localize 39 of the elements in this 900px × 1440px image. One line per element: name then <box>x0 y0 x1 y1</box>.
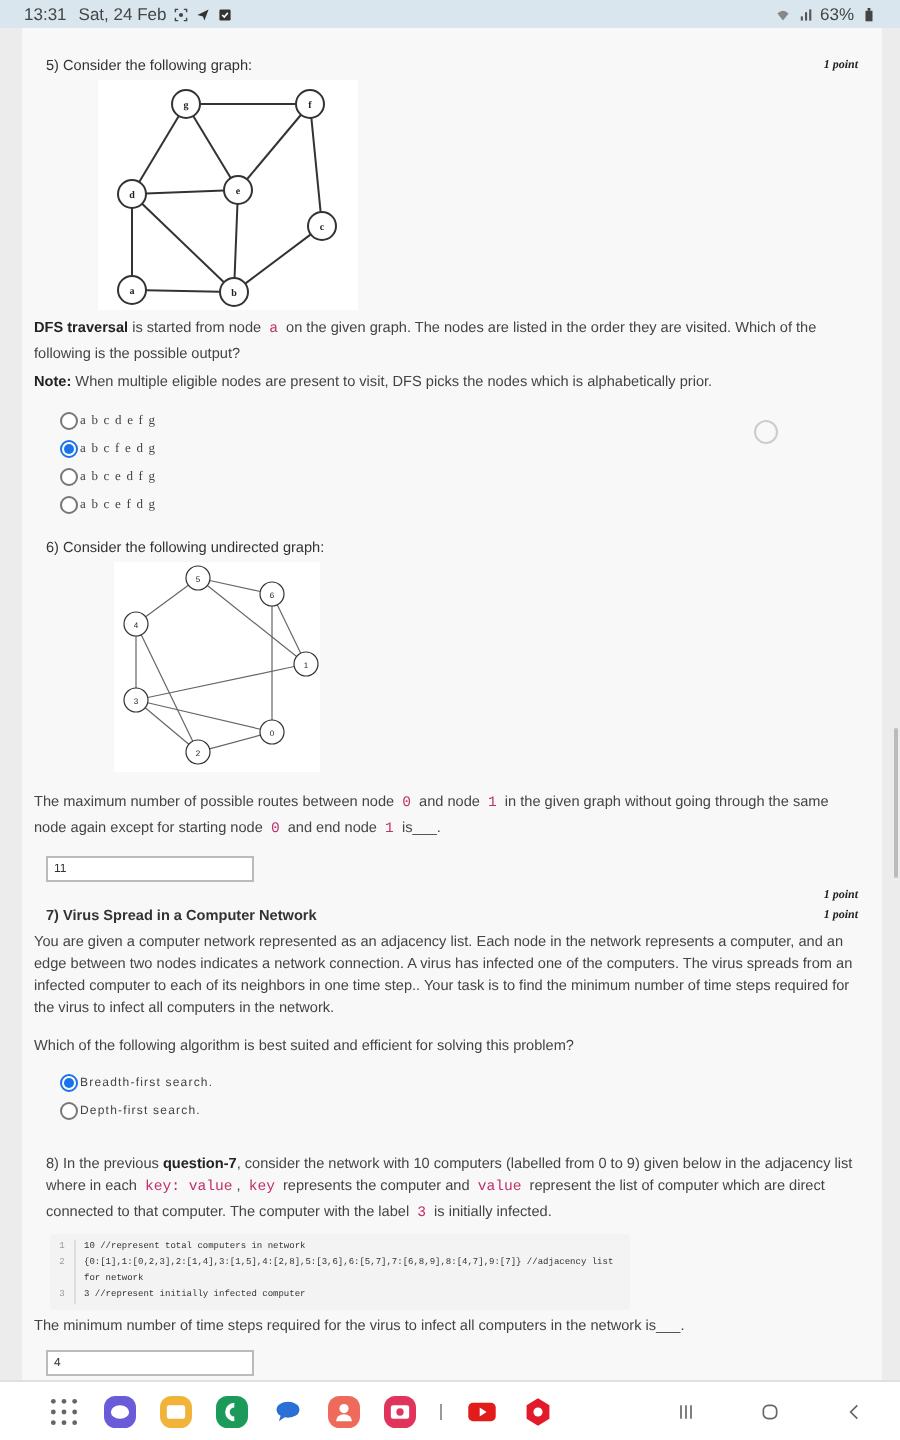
date-text: Sat, 24 Feb <box>78 4 167 24</box>
graph-edge <box>246 113 302 181</box>
graph-edge <box>141 202 225 284</box>
graph-edge <box>310 116 322 214</box>
phone-icon[interactable] <box>216 1395 248 1427</box>
graph-edge <box>131 207 133 277</box>
graph-edge <box>145 584 189 618</box>
scroll-bar[interactable] <box>894 728 898 878</box>
circle-icon <box>754 420 778 444</box>
wifi-icon <box>775 7 790 21</box>
signal-icon <box>797 7 812 21</box>
radio-button[interactable] <box>60 440 78 458</box>
checkbox-icon <box>218 7 233 21</box>
radio-button[interactable] <box>60 1102 78 1120</box>
radio-button[interactable] <box>60 1074 78 1092</box>
person-icon[interactable] <box>328 1395 360 1427</box>
graph-edge <box>209 734 262 750</box>
home-icon[interactable] <box>760 1401 780 1421</box>
hexagon-icon[interactable] <box>522 1395 554 1427</box>
graph-edge <box>233 203 239 279</box>
graph-edge <box>192 115 232 179</box>
graph-edge <box>145 189 225 195</box>
radio-button[interactable] <box>60 496 78 514</box>
send-icon <box>196 7 211 21</box>
radio-button[interactable] <box>60 468 78 486</box>
graph-edge <box>244 233 312 285</box>
graph-edge <box>138 115 180 183</box>
radio-button[interactable] <box>60 412 78 430</box>
screenshot-icon <box>174 7 189 21</box>
camera-icon[interactable] <box>384 1395 416 1427</box>
recent-apps-icon[interactable] <box>676 1401 696 1421</box>
graph-edge <box>145 289 221 293</box>
apps-grid-icon[interactable] <box>48 1395 80 1427</box>
back-icon[interactable] <box>844 1401 864 1421</box>
clock-time: 13:31 <box>24 4 67 24</box>
graph-edge <box>135 635 137 689</box>
graph-edge <box>199 103 297 105</box>
battery-percentage: 63% <box>819 4 854 24</box>
battery-icon <box>862 7 876 21</box>
